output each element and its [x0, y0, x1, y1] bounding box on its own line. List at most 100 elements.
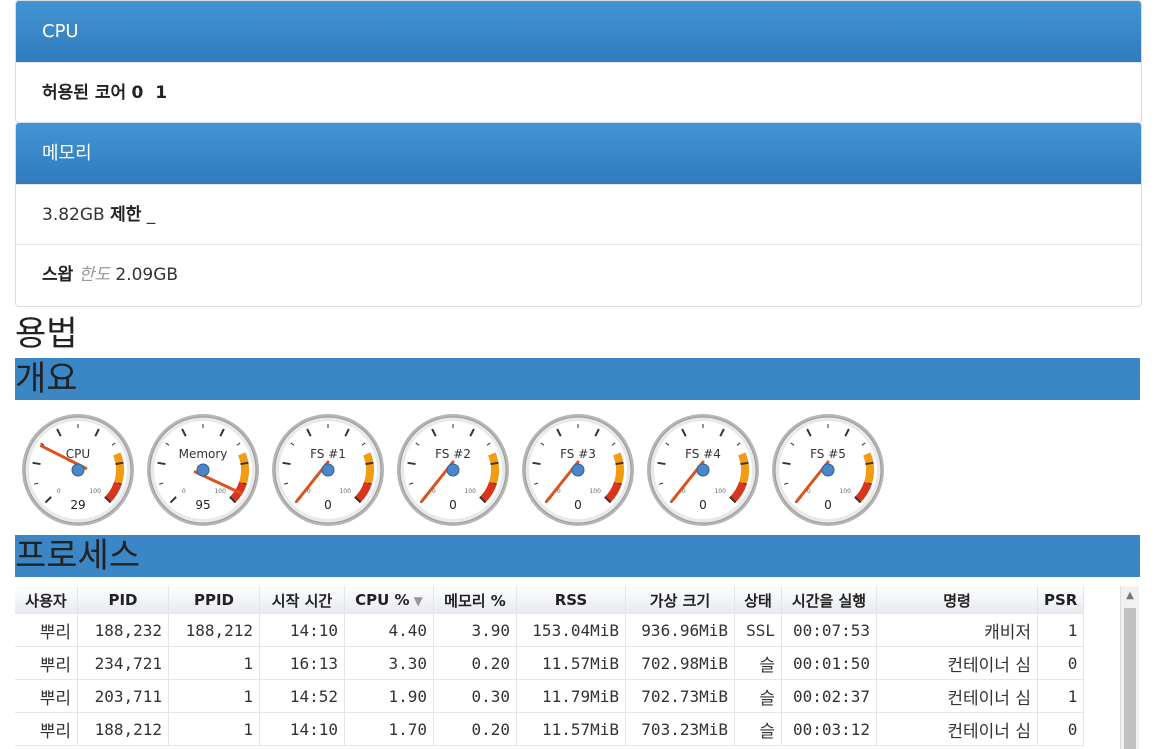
gauge-max-label: 100	[339, 488, 351, 495]
scroll-up-arrow-icon[interactable]: ▲	[1121, 590, 1139, 601]
cell-command: 컨테이너 심	[876, 712, 1038, 746]
cell-psr: 0	[1037, 646, 1085, 680]
gauge-tick	[240, 461, 249, 466]
gauge-hub	[821, 463, 835, 477]
cell-ppid: 1	[168, 712, 260, 746]
cell-rss: 11.57MiB	[516, 712, 626, 746]
cell-runtime: 00:02:37	[781, 679, 877, 713]
gauge-hub	[571, 463, 585, 477]
cell-cpu: 1.70	[344, 712, 434, 746]
gauge-tick	[740, 461, 749, 466]
cpu-cores-row: 허용된 코어 0 1	[16, 62, 1141, 122]
gauge-max-label: 100	[214, 488, 226, 495]
table-scrollbar[interactable]: ▲	[1120, 586, 1139, 749]
fs1-gauge: 0 100FS #10	[272, 414, 384, 526]
cell-state: 슬	[734, 679, 782, 713]
gauge-tick	[365, 461, 374, 466]
memory-label: 제한	[110, 205, 142, 225]
gauge-warning-band	[238, 452, 249, 485]
gauge-tick	[282, 461, 291, 466]
cores-value: 0 1	[131, 83, 168, 103]
gauge-warning-band	[613, 452, 624, 485]
cpu-gauge: 0 100CPU29	[22, 414, 134, 526]
gauge-warning-band	[363, 452, 374, 485]
gauge-row: 0 100 CPU 29 0 100 Memory 95 0 100 FS #1 0 0 100 FS…	[15, 400, 1140, 535]
gauge-max-label: 100	[589, 488, 601, 495]
gauge-value: 0	[324, 498, 332, 512]
col-user[interactable]: 사용자	[15, 586, 78, 614]
cell-pid: 234,721	[77, 646, 169, 680]
overview-title: 개요	[15, 358, 1140, 400]
gauge-label: FS #2	[435, 447, 471, 461]
gauge-tick	[615, 461, 624, 466]
usage-title: 용법	[15, 314, 78, 354]
gauge-tick	[115, 461, 124, 466]
col-runtime[interactable]: 시간을 실행	[781, 586, 877, 614]
swap-sublabel: 한도	[78, 265, 110, 285]
cell-psr: 1	[1037, 614, 1085, 647]
gauge-value: 0	[699, 498, 707, 512]
col-ppid[interactable]: PPID	[168, 586, 260, 614]
gauge-hub	[446, 463, 460, 477]
cell-rss: 11.57MiB	[516, 646, 626, 680]
cell-rss: 11.79MiB	[516, 679, 626, 713]
gauge-tick	[32, 461, 41, 466]
cell-runtime: 00:07:53	[781, 614, 877, 647]
cell-command: 컨테이너 심	[876, 679, 1038, 713]
cell-user: 뿌리	[15, 614, 78, 647]
cell-rss: 153.04MiB	[516, 614, 626, 647]
memory-panel: 메모리 3.82GB 제한 _ 스왑 한도 2.09GB	[15, 122, 1142, 307]
col-vsize[interactable]: 가상 크기	[625, 586, 735, 614]
table-row[interactable]: 뿌리 188,232 188,212 14:10 4.40 3.90 153.0…	[15, 614, 1085, 647]
cell-mem: 3.90	[433, 614, 517, 647]
col-mem-percent[interactable]: 메모리 %	[433, 586, 517, 614]
cell-cpu: 4.40	[344, 614, 434, 647]
col-command[interactable]: 명령	[876, 586, 1038, 614]
cell-user: 뿌리	[15, 646, 78, 680]
process-title: 프로세스	[15, 535, 1140, 577]
col-start-time[interactable]: 시작 시간	[259, 586, 345, 614]
col-pid[interactable]: PID	[77, 586, 169, 614]
swap-value: 2.09GB	[115, 265, 179, 285]
gauge-label: FS #3	[560, 447, 596, 461]
gauge-value: 0	[824, 498, 832, 512]
fs2-gauge: 0 100FS #20	[397, 414, 509, 526]
cell-psr: 1	[1037, 679, 1085, 713]
memory-suffix: _	[146, 205, 156, 225]
cell-start-time: 16:13	[259, 646, 345, 680]
swap-row: 스왑 한도 2.09GB	[16, 244, 1141, 304]
gauge-label: Memory	[179, 447, 228, 461]
sort-desc-icon: ▼	[413, 594, 423, 608]
cell-vsize: 936.96MiB	[625, 614, 735, 647]
gauge-tick	[407, 461, 416, 466]
gauge-max-label: 100	[714, 488, 726, 495]
col-rss[interactable]: RSS	[516, 586, 626, 614]
gauge-label: FS #4	[685, 447, 721, 461]
table-row[interactable]: 뿌리 188,212 1 14:10 1.70 0.20 11.57MiB 70…	[15, 712, 1085, 746]
gauge-hub	[696, 463, 710, 477]
gauge-value: 0	[449, 498, 457, 512]
cell-pid: 188,232	[77, 614, 169, 647]
cpu-panel: CPU 허용된 코어 0 1	[15, 0, 1142, 123]
col-state[interactable]: 상태	[734, 586, 782, 614]
cell-state: 슬	[734, 712, 782, 746]
cell-cpu: 3.30	[344, 646, 434, 680]
fs4-gauge: 0 100FS #40	[647, 414, 759, 526]
table-row[interactable]: 뿌리 203,711 1 14:52 1.90 0.30 11.79MiB 70…	[15, 679, 1085, 713]
cell-mem: 0.20	[433, 646, 517, 680]
fs5-gauge: 0 100FS #50	[772, 414, 884, 526]
table-row[interactable]: 뿌리 234,721 1 16:13 3.30 0.20 11.57MiB 70…	[15, 646, 1085, 680]
cell-vsize: 703.23MiB	[625, 712, 735, 746]
cell-start-time: 14:10	[259, 712, 345, 746]
cell-psr: 0	[1037, 712, 1085, 746]
gauge-tick	[782, 461, 791, 466]
gauge-min-label: 0	[57, 488, 61, 495]
col-psr[interactable]: PSR	[1037, 586, 1085, 614]
gauge-warning-band	[488, 452, 499, 485]
cores-label: 허용된 코어	[42, 83, 127, 103]
scroll-thumb[interactable]	[1124, 608, 1136, 749]
memory-gauge: 0 100 Memory 95	[147, 414, 259, 526]
col-cpu-percent[interactable]: CPU % ▼	[344, 586, 434, 614]
gauge-max-label: 100	[89, 488, 101, 495]
col-cpu-label: CPU %	[355, 591, 410, 609]
